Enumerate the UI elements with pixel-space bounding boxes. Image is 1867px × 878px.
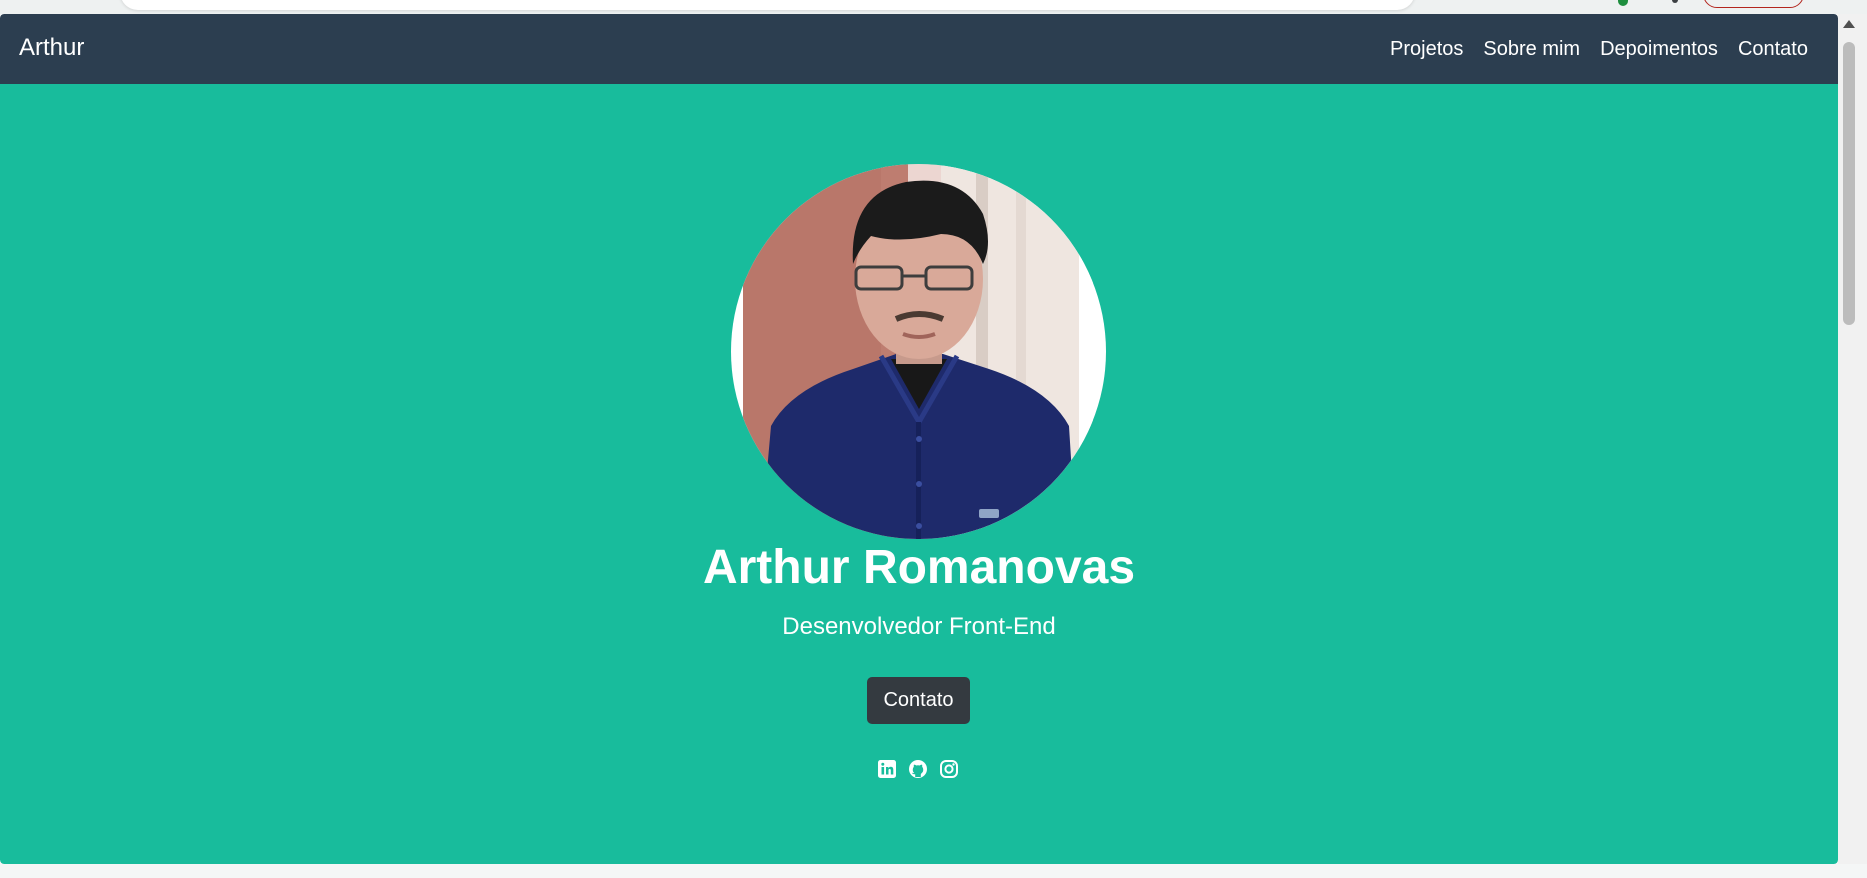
nav-link-depoimentos[interactable]: Depoimentos [1600, 36, 1718, 62]
profile-button[interactable] [1703, 0, 1804, 8]
nav-link-sobre-mim[interactable]: Sobre mim [1483, 36, 1580, 62]
avatar [731, 164, 1106, 539]
avatar-photo [731, 164, 1106, 539]
social-links [877, 759, 959, 779]
navbar: Arthur Projetos Sobre mim Depoimentos Co… [0, 14, 1838, 84]
nav-link-contato[interactable]: Contato [1738, 36, 1808, 62]
page: Arthur Projetos Sobre mim Depoimentos Co… [0, 14, 1838, 864]
linkedin-icon[interactable] [877, 759, 897, 779]
hero-subtitle: Desenvolvedor Front-End [782, 613, 1056, 640]
nav-links: Projetos Sobre mim Depoimentos Contato [1390, 36, 1808, 62]
nav-link-projetos[interactable]: Projetos [1390, 36, 1463, 62]
instagram-icon[interactable] [939, 759, 959, 779]
contact-button[interactable]: Contato [867, 677, 970, 724]
address-bar[interactable] [120, 0, 1415, 10]
scrollbar-thumb[interactable] [1843, 42, 1855, 325]
brand-link[interactable]: Arthur [19, 34, 84, 62]
scroll-up-icon[interactable] [1843, 20, 1855, 28]
hero-section: Arthur Romanovas Desenvolvedor Front-End… [0, 84, 1838, 864]
github-icon[interactable] [908, 759, 928, 779]
hero-title: Arthur Romanovas [702, 541, 1136, 594]
